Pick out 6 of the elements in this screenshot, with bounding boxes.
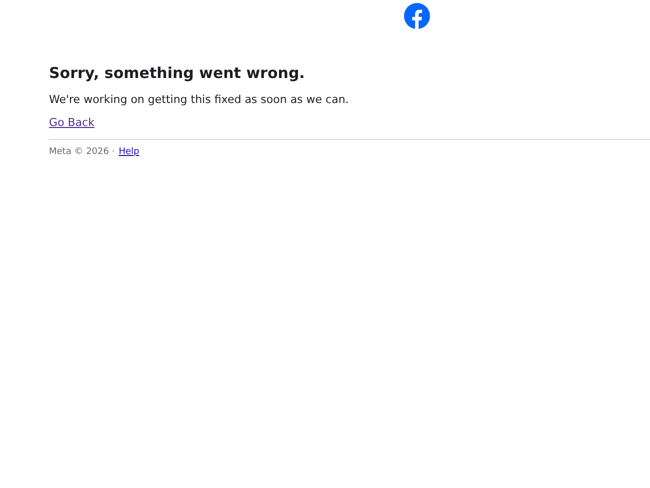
help-link[interactable]: Help (118, 145, 140, 159)
logo-icon (404, 3, 430, 29)
error-message: We're working on getting this fixed as soon as we can. (49, 92, 350, 108)
go-back-link[interactable]: Go Back (49, 115, 94, 131)
copyright-text: Meta © 2026 · (49, 146, 115, 159)
error-title: Sorry, something went wrong. (49, 63, 306, 83)
